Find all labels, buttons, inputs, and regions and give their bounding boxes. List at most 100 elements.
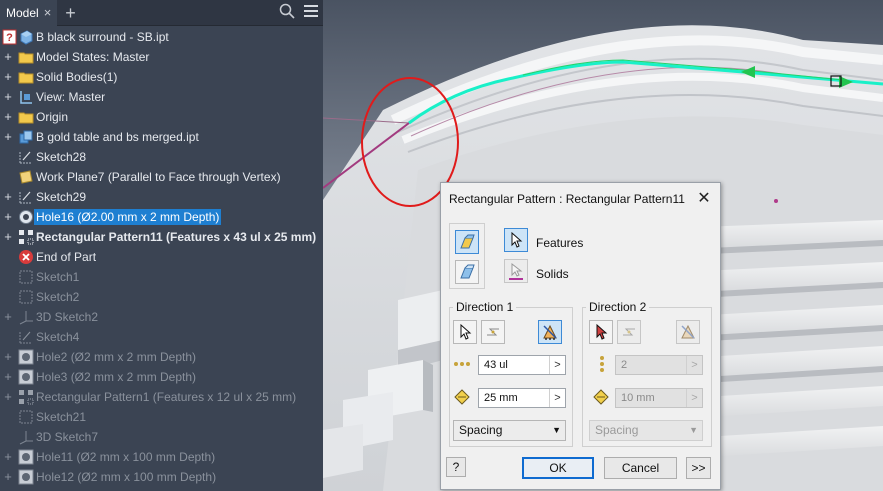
more-options-button[interactable]: >> — [686, 457, 711, 479]
tree-item-hole2[interactable]: + Hole2 (Ø2 mm x 2 mm Depth) — [0, 347, 323, 367]
direction2-spacing-input[interactable]: 10 mm > — [615, 388, 703, 408]
pattern-features-mode-button[interactable] — [455, 230, 479, 254]
chevron-right-icon[interactable]: > — [686, 356, 702, 374]
expand-icon[interactable]: + — [3, 67, 13, 87]
menu-icon[interactable] — [303, 3, 319, 19]
tab-close-icon[interactable]: × — [44, 5, 52, 20]
tree-item-sketch4[interactable]: Sketch4 — [0, 327, 323, 347]
tree-item-hole16[interactable]: + Hole16 (Ø2.00 mm x 2 mm Depth) — [0, 207, 323, 227]
tab-model-label: Model — [6, 5, 39, 20]
spacing-icon — [454, 389, 470, 405]
direction2-spacing-value: 10 mm — [621, 392, 655, 404]
tree-item-label: Origin — [36, 110, 69, 124]
tree-item-label: Sketch28 — [36, 150, 87, 164]
pattern-solids-mode-button[interactable] — [455, 260, 479, 284]
direction2-spacing-type-select[interactable]: Spacing ▼ — [589, 420, 703, 441]
expand-icon[interactable]: + — [3, 187, 13, 207]
tree-item-label: 3D Sketch7 — [36, 430, 99, 444]
features-mode-icon — [460, 234, 475, 249]
tree-item-derived-part[interactable]: + B gold table and bs merged.ipt — [0, 127, 323, 147]
tree-item-3d-sketch7[interactable]: 3D Sketch7 — [0, 427, 323, 447]
chevron-right-icon[interactable]: > — [549, 389, 565, 407]
tree-item-3d-sketch2[interactable]: + 3D Sketch2 — [0, 307, 323, 327]
direction2-midplane-button[interactable] — [676, 320, 700, 344]
close-icon[interactable]: ✕ — [697, 188, 711, 208]
tree-item-rectangular-pattern1[interactable]: + Rectangular Pattern1 (Features x 12 ul… — [0, 387, 323, 407]
tree-item-label: Work Plane7 (Parallel to Face through Ve… — [36, 170, 281, 184]
solids-mode-icon — [460, 264, 475, 279]
cursor-arrow-icon — [596, 323, 608, 340]
hole-icon — [18, 449, 34, 465]
sketch-icon — [19, 191, 32, 204]
direction2-flip-button[interactable] — [617, 320, 641, 344]
rectangular-pattern-icon — [19, 230, 34, 245]
flip-direction-icon — [487, 328, 499, 336]
spacing-icon — [593, 389, 609, 405]
tree-item-label: End of Part — [36, 250, 97, 264]
svg-text:?: ? — [6, 32, 13, 44]
direction1-path-select-button[interactable] — [453, 320, 477, 344]
expand-icon[interactable]: + — [3, 367, 13, 387]
3d-sketch-icon — [19, 311, 33, 325]
flip-direction-icon — [623, 328, 635, 336]
help-icon: ? — [2, 29, 17, 45]
expand-icon[interactable]: + — [3, 307, 13, 327]
tree-item-origin[interactable]: + Origin — [0, 107, 323, 127]
tree-item-view[interactable]: + View: Master — [0, 87, 323, 107]
tree-item-hole3[interactable]: + Hole3 (Ø2 mm x 2 mm Depth) — [0, 367, 323, 387]
tree-item-sketch28[interactable]: Sketch28 — [0, 147, 323, 167]
expand-icon[interactable]: + — [3, 107, 13, 127]
tree-item-label: Sketch21 — [36, 410, 87, 424]
tab-model[interactable]: Model × — [0, 0, 58, 26]
help-icon: ? — [452, 460, 460, 474]
direction2-path-select-button[interactable] — [589, 320, 613, 344]
tree-item-model-states[interactable]: + Model States: Master — [0, 47, 323, 67]
direction1-spacing-input[interactable]: 25 mm > — [478, 388, 566, 408]
tree-item-hole11[interactable]: + Hole11 (Ø2 mm x 100 mm Depth) — [0, 447, 323, 467]
cancel-button[interactable]: Cancel — [604, 457, 677, 479]
tree-item-sketch29[interactable]: + Sketch29 — [0, 187, 323, 207]
expand-icon[interactable]: + — [3, 447, 13, 467]
sketch-icon — [19, 270, 33, 284]
expand-icon[interactable]: + — [3, 87, 13, 107]
tree-item-label-selected: Hole16 (Ø2.00 mm x 2 mm Depth) — [34, 209, 222, 225]
rectangular-pattern-dialog: Rectangular Pattern : Rectangular Patter… — [440, 182, 721, 490]
tree-item-rectangular-pattern11[interactable]: + Rectangular Pattern11 (Features x 43 u… — [0, 227, 323, 247]
tree-item-sketch21[interactable]: Sketch21 — [0, 407, 323, 427]
tree-item-label: 3D Sketch2 — [36, 310, 99, 324]
solids-select-button[interactable] — [504, 259, 528, 283]
ok-button[interactable]: OK — [522, 457, 594, 479]
expand-icon[interactable]: + — [3, 467, 13, 487]
cursor-arrow-icon — [460, 323, 472, 340]
expand-icon[interactable]: + — [3, 47, 13, 67]
tree-item-end-of-part[interactable]: End of Part — [0, 247, 323, 267]
search-icon[interactable] — [279, 3, 295, 19]
tree-item-work-plane7[interactable]: Work Plane7 (Parallel to Face through Ve… — [0, 167, 323, 187]
direction1-label: Direction 1 — [453, 300, 517, 314]
tree-item-part[interactable]: ? B black surround - SB.ipt — [0, 27, 323, 47]
tree-item-sketch1[interactable]: Sketch1 — [0, 267, 323, 287]
folder-icon — [18, 112, 34, 124]
tree-item-label: Sketch29 — [36, 190, 87, 204]
features-select-button[interactable] — [504, 228, 528, 252]
tree-item-solid-bodies[interactable]: + Solid Bodies(1) — [0, 67, 323, 87]
help-button[interactable]: ? — [446, 457, 466, 477]
direction1-spacing-type-select[interactable]: Spacing ▼ — [453, 420, 566, 441]
direction1-count-input[interactable]: 43 ul > — [478, 355, 566, 375]
expand-icon[interactable]: + — [3, 387, 13, 407]
direction1-flip-button[interactable] — [481, 320, 505, 344]
tree-item-hole12[interactable]: + Hole12 (Ø2 mm x 100 mm Depth) — [0, 467, 323, 487]
tree-item-sketch2[interactable]: Sketch2 — [0, 287, 323, 307]
expand-icon[interactable]: + — [3, 127, 13, 147]
direction1-midplane-button[interactable] — [538, 320, 562, 344]
expand-icon[interactable]: + — [3, 207, 13, 227]
chevron-right-icon[interactable]: > — [549, 356, 565, 374]
expand-icon[interactable]: + — [3, 227, 13, 247]
hole-icon — [18, 369, 34, 385]
add-tab-button[interactable]: + — [65, 4, 76, 22]
expand-icon[interactable]: + — [3, 347, 13, 367]
chevron-right-icon[interactable]: > — [686, 389, 702, 407]
sketch-icon — [19, 331, 32, 344]
direction2-count-input[interactable]: 2 > — [615, 355, 703, 375]
dialog-title: Rectangular Pattern : Rectangular Patter… — [449, 192, 685, 206]
